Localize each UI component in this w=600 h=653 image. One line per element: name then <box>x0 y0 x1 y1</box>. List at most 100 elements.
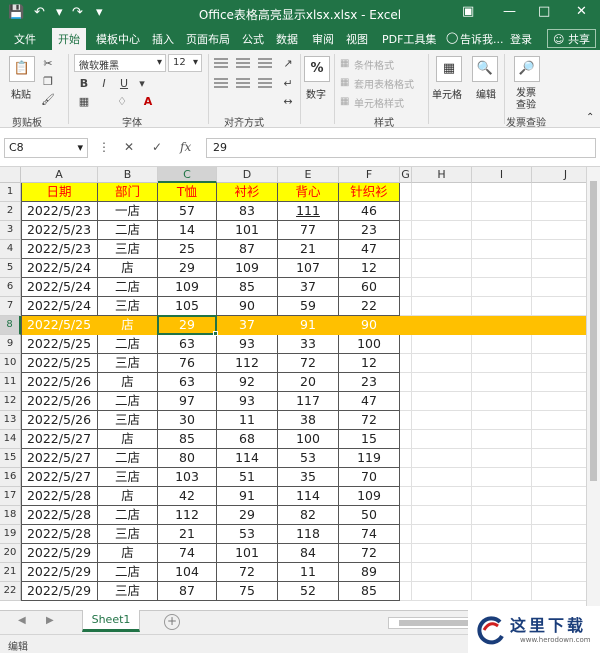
tab-insert[interactable]: 插入 <box>152 31 174 47</box>
table-cell[interactable]: 二店 <box>98 392 158 411</box>
column-title-cell[interactable]: 针织衫 <box>339 183 400 202</box>
table-cell[interactable]: 23 <box>339 373 400 392</box>
table-cell[interactable]: 2022/5/25 <box>21 335 98 354</box>
column-header-g[interactable]: G <box>400 167 412 183</box>
row-header-8[interactable]: 8 <box>0 316 21 335</box>
column-title-cell[interactable]: 部门 <box>98 183 158 202</box>
tab-template-center[interactable]: 模板中心 <box>96 31 140 47</box>
table-cell[interactable]: 22 <box>339 297 400 316</box>
invoice-check-icon[interactable]: 🔎 <box>514 56 540 82</box>
table-cell[interactable]: 50 <box>339 506 400 525</box>
column-header-b[interactable]: B <box>98 167 158 183</box>
cell-style-icon[interactable]: ▦ <box>340 96 349 107</box>
ribbon-display-icon[interactable]: ▣ <box>462 4 474 19</box>
formula-input[interactable]: 29 <box>206 138 596 158</box>
table-cell[interactable]: 74 <box>158 544 217 563</box>
tab-formulas[interactable]: 公式 <box>242 31 264 47</box>
table-cell[interactable]: 92 <box>217 373 278 392</box>
table-cell[interactable]: 二店 <box>98 506 158 525</box>
table-cell[interactable]: 2022/5/28 <box>21 506 98 525</box>
table-cell[interactable]: 85 <box>158 430 217 449</box>
row-header-4[interactable]: 4 <box>0 240 21 259</box>
table-cell[interactable]: 2022/5/23 <box>21 202 98 221</box>
tell-me-search[interactable]: 告诉我... <box>460 31 504 47</box>
sheet-tab-sheet1[interactable]: Sheet1 <box>82 610 140 632</box>
table-cell[interactable]: 74 <box>339 525 400 544</box>
row-header-5[interactable]: 5 <box>0 259 21 278</box>
row-header-17[interactable]: 17 <box>0 487 21 506</box>
cut-icon[interactable]: ✂ <box>40 56 56 72</box>
tab-home[interactable]: 开始 <box>52 28 86 50</box>
fill-color-icon[interactable]: ♢ <box>114 94 130 110</box>
column-title-cell[interactable]: T恤 <box>158 183 217 202</box>
tab-pdf-tools[interactable]: PDF工具集 <box>382 31 436 47</box>
tab-file[interactable]: 文件 <box>14 31 36 47</box>
table-cell[interactable]: 46 <box>339 202 400 221</box>
table-cell[interactable]: 107 <box>278 259 339 278</box>
row-header-12[interactable]: 12 <box>0 392 21 411</box>
table-cell[interactable]: 2022/5/29 <box>21 544 98 563</box>
close-icon[interactable]: ✕ <box>576 4 587 19</box>
table-cell[interactable]: 53 <box>278 449 339 468</box>
table-cell[interactable]: 21 <box>278 240 339 259</box>
table-cell[interactable]: 20 <box>278 373 339 392</box>
table-cell[interactable]: 2022/5/23 <box>21 221 98 240</box>
wrap-text-icon[interactable]: ↵ <box>280 76 296 92</box>
find-icon[interactable]: 🔍 <box>472 56 498 82</box>
table-cell[interactable]: 59 <box>278 297 339 316</box>
table-cell[interactable]: 53 <box>217 525 278 544</box>
table-cell[interactable]: 三店 <box>98 354 158 373</box>
table-cell[interactable]: 33 <box>278 335 339 354</box>
table-cell[interactable]: 109 <box>217 259 278 278</box>
table-cell[interactable]: 23 <box>339 221 400 240</box>
prev-sheet-icon[interactable]: ◀ <box>18 615 26 626</box>
table-cell[interactable]: 90 <box>339 316 400 335</box>
table-format-button[interactable]: 套用表格格式 <box>354 76 414 91</box>
maximize-icon[interactable]: □ <box>538 4 550 19</box>
table-cell[interactable]: 47 <box>339 392 400 411</box>
table-cell[interactable]: 2022/5/27 <box>21 449 98 468</box>
name-box[interactable]: C8 ▾ <box>4 138 88 158</box>
next-sheet-icon[interactable]: ▶ <box>46 615 54 626</box>
column-header-h[interactable]: H <box>412 167 472 183</box>
share-button[interactable]: ☺ 共享 <box>547 29 596 48</box>
table-cell[interactable]: 11 <box>278 563 339 582</box>
table-cell[interactable]: 72 <box>217 563 278 582</box>
table-cell[interactable]: 104 <box>158 563 217 582</box>
table-cell[interactable]: 三店 <box>98 525 158 544</box>
table-cell[interactable]: 21 <box>158 525 217 544</box>
row-header-13[interactable]: 13 <box>0 411 21 430</box>
table-cell[interactable]: 103 <box>158 468 217 487</box>
table-cell[interactable]: 72 <box>339 411 400 430</box>
table-cell[interactable]: 2022/5/26 <box>21 373 98 392</box>
select-all-corner[interactable] <box>0 167 21 183</box>
insert-function-icon[interactable]: fx <box>180 140 191 154</box>
merge-center-icon[interactable]: ↔ <box>280 94 296 110</box>
underline-button[interactable]: U <box>116 76 132 92</box>
table-cell[interactable]: 店 <box>98 544 158 563</box>
table-cell[interactable]: 72 <box>278 354 339 373</box>
login-link[interactable]: 登录 <box>510 31 532 47</box>
row-header-21[interactable]: 21 <box>0 563 21 582</box>
conditional-format-icon[interactable]: ▦ <box>340 58 349 69</box>
number-format-label[interactable]: 数字 <box>306 86 326 101</box>
row-header-11[interactable]: 11 <box>0 373 21 392</box>
table-cell[interactable]: 15 <box>339 430 400 449</box>
cell-style-button[interactable]: 单元格样式 <box>354 95 404 110</box>
table-cell[interactable]: 2022/5/26 <box>21 411 98 430</box>
row-header-1[interactable]: 1 <box>0 183 21 202</box>
table-cell[interactable]: 63 <box>158 373 217 392</box>
row-header-6[interactable]: 6 <box>0 278 21 297</box>
table-cell[interactable]: 118 <box>278 525 339 544</box>
vertical-scrollbar[interactable] <box>586 167 600 610</box>
align-center-icon[interactable] <box>236 78 250 90</box>
column-header-e[interactable]: E <box>278 167 339 183</box>
table-cell[interactable]: 114 <box>278 487 339 506</box>
column-header-a[interactable]: A <box>21 167 98 183</box>
tab-review[interactable]: 审阅 <box>312 31 334 47</box>
table-cell[interactable]: 12 <box>339 259 400 278</box>
table-cell[interactable]: 112 <box>217 354 278 373</box>
table-cell[interactable]: 70 <box>339 468 400 487</box>
row-header-3[interactable]: 3 <box>0 221 21 240</box>
table-cell[interactable]: 117 <box>278 392 339 411</box>
